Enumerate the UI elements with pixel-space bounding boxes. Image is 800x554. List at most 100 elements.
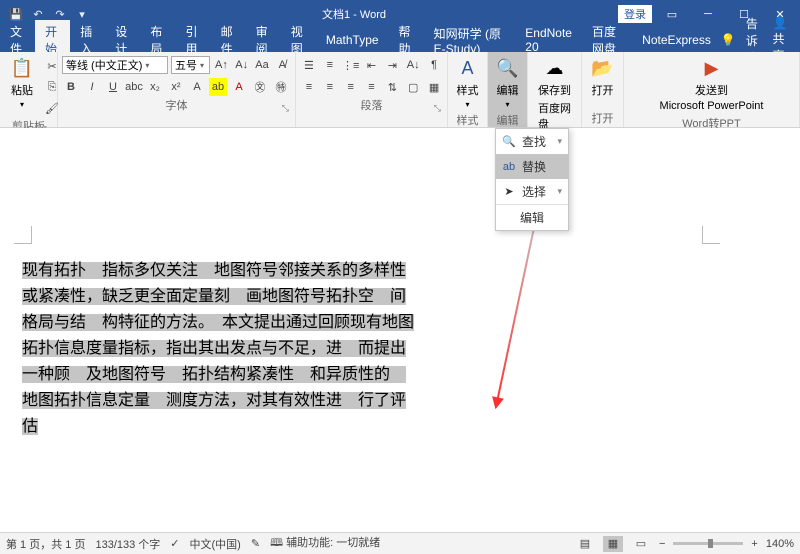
- group-styles: A 样式 ▾ 样式: [448, 52, 488, 127]
- italic-button[interactable]: I: [83, 78, 101, 96]
- group-font: 等线 (中文正文)▾ 五号▾ A↑ A↓ Aa A̸ B I U abc x₂ …: [58, 52, 296, 127]
- status-accessibility[interactable]: 🕮 辅助功能: 一切就绪: [270, 534, 380, 553]
- bullets-icon[interactable]: ☰: [300, 56, 318, 74]
- group-label-font: 字体⤡: [62, 96, 291, 114]
- menu-item-editing: 编辑: [496, 204, 568, 230]
- zoom-level[interactable]: 140%: [766, 538, 794, 550]
- sort-icon[interactable]: A↓: [404, 56, 422, 74]
- change-case-icon[interactable]: Aa: [253, 56, 270, 74]
- shrink-font-icon[interactable]: A↓: [233, 56, 250, 74]
- view-web-icon[interactable]: ▭: [631, 536, 651, 552]
- menu-item-select[interactable]: ➤ 选择 ▾: [496, 179, 568, 204]
- clear-format-icon[interactable]: A̸: [274, 56, 291, 74]
- save-netdisk-button[interactable]: ☁ 保存到 百度网盘: [532, 54, 577, 134]
- zoom-out-button[interactable]: −: [659, 538, 665, 550]
- paste-button[interactable]: 📋 粘贴 ▾: [4, 54, 40, 111]
- save-icon[interactable]: 💾: [8, 6, 24, 22]
- justify-icon[interactable]: ≡: [363, 78, 381, 96]
- phonetic-icon[interactable]: ㉆: [251, 78, 269, 96]
- subscript-button[interactable]: x₂: [146, 78, 164, 96]
- highlight-icon[interactable]: ab: [209, 78, 227, 96]
- zoom-in-button[interactable]: +: [751, 538, 757, 550]
- increase-indent-icon[interactable]: ⇥: [383, 56, 401, 74]
- select-label: 选择: [522, 183, 546, 200]
- grow-font-icon[interactable]: A↑: [213, 56, 230, 74]
- menu-item-replace[interactable]: ab 替换: [496, 154, 568, 179]
- align-right-icon[interactable]: ≡: [342, 78, 360, 96]
- status-insert-icon[interactable]: ✎: [251, 537, 260, 550]
- superscript-button[interactable]: x²: [167, 78, 185, 96]
- search-icon: 🔍: [496, 56, 520, 80]
- borders-icon[interactable]: ▦: [425, 78, 443, 96]
- cloud-icon: ☁: [543, 56, 567, 80]
- group-paragraph: ☰ ≡ ⋮≡ ⇤ ⇥ A↓ ¶ ≡ ≡ ≡ ≡ ⇅ ▢ ▦ 段落⤡: [296, 52, 448, 127]
- font-name-combo[interactable]: 等线 (中文正文)▾: [62, 56, 168, 74]
- zoom-slider[interactable]: [673, 542, 743, 545]
- edit-button[interactable]: 🔍 编辑 ▾: [490, 54, 526, 111]
- replace-icon: ab: [502, 161, 516, 173]
- styles-button[interactable]: A 样式 ▾: [450, 54, 486, 111]
- redo-icon[interactable]: ↷: [52, 6, 68, 22]
- group-label-paragraph: 段落⤡: [300, 96, 443, 114]
- font-color-icon[interactable]: A: [230, 78, 248, 96]
- lightbulb-icon: 💡: [721, 33, 736, 47]
- open-label: 打开: [592, 82, 614, 98]
- enclose-icon[interactable]: ㊕: [272, 78, 290, 96]
- chevron-down-icon: ▾: [557, 136, 562, 147]
- page-corner-tl: [14, 226, 32, 244]
- search-icon: 🔍: [502, 135, 516, 148]
- dialog-launcher-icon[interactable]: ⤡: [282, 103, 289, 114]
- ppt-label1: 发送到: [695, 82, 728, 98]
- ppt-label2: Microsoft PowerPoint: [660, 100, 764, 112]
- styles-label: 样式: [457, 82, 479, 98]
- decrease-indent-icon[interactable]: ⇤: [363, 56, 381, 74]
- undo-icon[interactable]: ↶: [30, 6, 46, 22]
- status-proof-icon[interactable]: ✓: [170, 537, 179, 550]
- group-netdisk: ☁ 保存到 百度网盘 保存: [528, 52, 582, 127]
- line-spacing-icon[interactable]: ⇅: [383, 78, 401, 96]
- status-words[interactable]: 133/133 个字: [95, 536, 160, 552]
- powerpoint-icon: ▶: [700, 56, 724, 80]
- status-page[interactable]: 第 1 页，共 1 页: [6, 536, 85, 552]
- numbering-icon[interactable]: ≡: [321, 56, 339, 74]
- tab-mathtype[interactable]: MathType: [316, 30, 389, 50]
- paste-icon: 📋: [10, 56, 34, 80]
- paste-label: 粘贴: [11, 82, 33, 98]
- text-effects-icon[interactable]: A: [188, 78, 206, 96]
- minimize-icon[interactable]: ─: [692, 3, 724, 25]
- group-edit: 🔍 编辑 ▾ 编辑: [488, 52, 528, 127]
- multilevel-icon[interactable]: ⋮≡: [342, 56, 360, 74]
- open-button[interactable]: 📂 打开: [585, 54, 621, 100]
- dialog-launcher-icon[interactable]: ⤡: [434, 103, 441, 114]
- edit-dropdown-menu: 🔍 查找 ▾ ab 替换 ➤ 选择 ▾ 编辑: [495, 128, 569, 231]
- group-label-styles: 样式: [452, 111, 483, 129]
- shading-icon[interactable]: ▢: [404, 78, 422, 96]
- view-read-icon[interactable]: ▤: [575, 536, 595, 552]
- group-ppt: ▶ 发送到 Microsoft PowerPoint Word转PPT: [624, 52, 800, 127]
- ribbon-tabs: 文件 开始 插入 设计 布局 引用 邮件 审阅 视图 MathType 帮助 知…: [0, 28, 800, 52]
- netdisk-label1: 保存到: [538, 82, 571, 98]
- align-left-icon[interactable]: ≡: [300, 78, 318, 96]
- document-selected-text[interactable]: 现有拓扑 指标多仅关注 地图符号邻接关系的多样性或紧凑性，缺乏更全面定量刻 画地…: [22, 258, 418, 440]
- ribbon: 📋 粘贴 ▾ ✂ ⎘ 🖌 剪贴板⤡ 等线 (中文正文)▾ 五号▾ A↑ A↓ A…: [0, 52, 800, 128]
- page-corner-tr: [702, 226, 720, 244]
- group-open: 📂 打开 打开: [582, 52, 624, 127]
- menu-item-find[interactable]: 🔍 查找 ▾: [496, 129, 568, 154]
- tab-noteexpress[interactable]: NoteExpress: [632, 30, 721, 50]
- chevron-down-icon: ▾: [20, 100, 24, 109]
- edit-label: 编辑: [497, 82, 519, 98]
- bold-button[interactable]: B: [62, 78, 80, 96]
- strikethrough-button[interactable]: abc: [125, 78, 143, 96]
- folder-icon: 📂: [591, 56, 615, 80]
- align-center-icon[interactable]: ≡: [321, 78, 339, 96]
- send-to-ppt-button[interactable]: ▶ 发送到 Microsoft PowerPoint: [654, 54, 770, 114]
- document-area[interactable]: 现有拓扑 指标多仅关注 地图符号邻接关系的多样性或紧凑性，缺乏更全面定量刻 画地…: [0, 128, 800, 532]
- underline-button[interactable]: U: [104, 78, 122, 96]
- group-label-edit: 编辑: [492, 111, 523, 129]
- view-print-icon[interactable]: ▦: [603, 536, 623, 552]
- ribbon-options-icon[interactable]: ▭: [656, 3, 688, 25]
- qat-dropdown-icon[interactable]: ▾: [74, 6, 90, 22]
- font-size-combo[interactable]: 五号▾: [171, 56, 210, 74]
- status-language[interactable]: 中文(中国): [190, 536, 241, 552]
- show-marks-icon[interactable]: ¶: [425, 56, 443, 74]
